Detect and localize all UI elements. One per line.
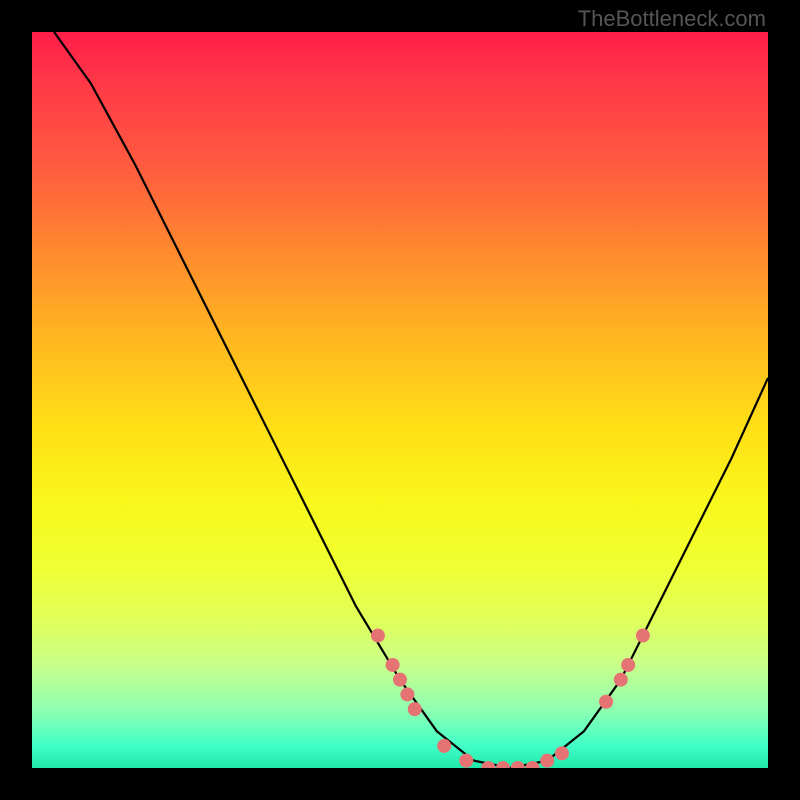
data-marker (636, 629, 650, 643)
curve-line (54, 32, 768, 768)
data-marker (386, 658, 400, 672)
watermark-text: TheBottleneck.com (578, 6, 766, 32)
plot-area (32, 32, 768, 768)
data-marker (555, 746, 569, 760)
bottleneck-curve (32, 32, 768, 768)
data-marker (400, 687, 414, 701)
data-marker (599, 695, 613, 709)
data-marker (511, 761, 525, 768)
data-marker (459, 754, 473, 768)
data-marker (540, 754, 554, 768)
chart-container: TheBottleneck.com (0, 0, 800, 800)
curve-markers (371, 629, 650, 768)
data-marker (371, 629, 385, 643)
data-marker (393, 673, 407, 687)
data-marker (621, 658, 635, 672)
data-marker (408, 702, 422, 716)
data-marker (437, 739, 451, 753)
data-marker (496, 761, 510, 768)
data-marker (614, 673, 628, 687)
